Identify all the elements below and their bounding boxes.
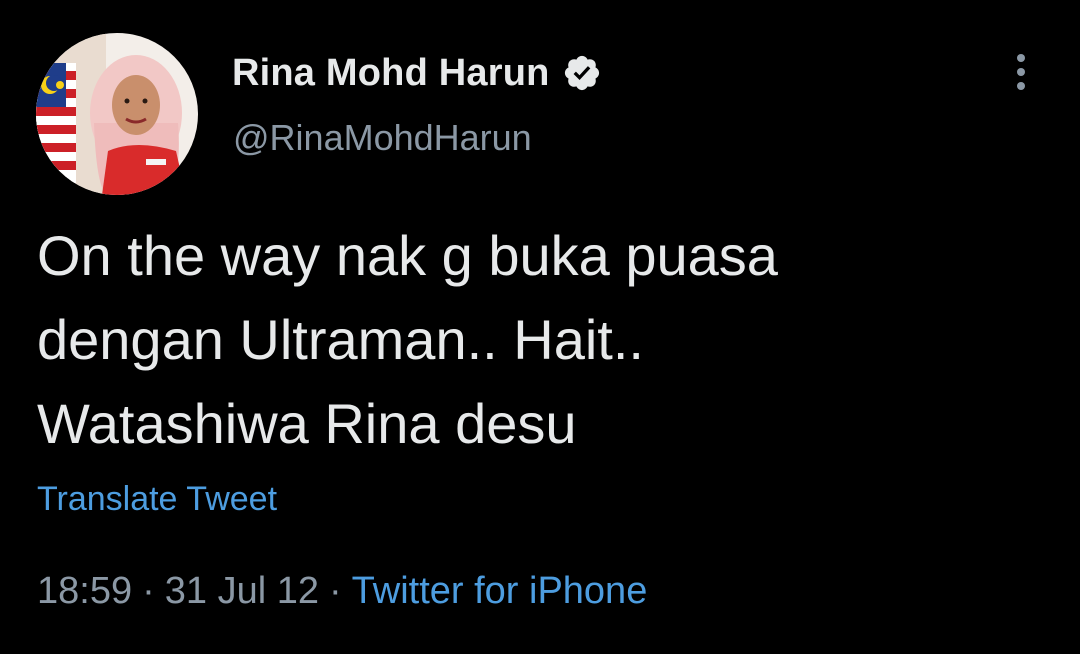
tweet-text-line: On the way nak g buka puasa <box>37 224 778 287</box>
author-name-row[interactable]: Rina Mohd Harun <box>232 50 602 96</box>
more-options-icon[interactable] <box>1006 50 1036 94</box>
tweet-metadata: 18:59 · 31 Jul 12 · Twitter for iPhone <box>37 570 647 613</box>
tweet-time[interactable]: 18:59 <box>37 570 132 612</box>
verified-badge-icon <box>562 53 602 93</box>
separator: · <box>328 570 342 612</box>
author-handle[interactable]: @RinaMohdHarun <box>233 117 532 159</box>
profile-photo-icon <box>36 33 198 195</box>
tweet-card: Rina Mohd Harun @RinaMohdHarun On the wa… <box>0 0 1080 654</box>
tweet-source-link[interactable]: Twitter for iPhone <box>352 570 648 612</box>
tweet-text-line: dengan Ultraman.. Hait.. <box>37 308 644 371</box>
avatar[interactable] <box>36 33 198 195</box>
display-name[interactable]: Rina Mohd Harun <box>232 52 550 95</box>
translate-tweet-link[interactable]: Translate Tweet <box>37 480 277 519</box>
tweet-text-line: Watashiwa Rina desu <box>37 392 577 455</box>
tweet-date[interactable]: 31 Jul 12 <box>165 570 319 612</box>
tweet-text: On the way nak g buka puasa dengan Ultra… <box>37 214 1037 466</box>
separator: · <box>142 570 155 612</box>
